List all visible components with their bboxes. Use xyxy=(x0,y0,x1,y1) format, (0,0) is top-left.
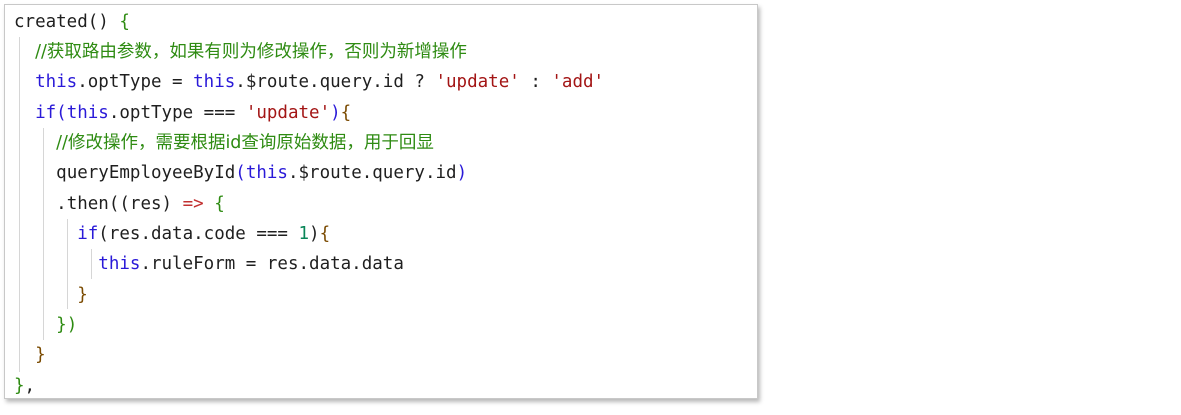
code-token: .then( xyxy=(56,194,120,214)
code-token: () xyxy=(87,12,120,32)
code-line-3: this.optType = this.$route.query.id ? 'u… xyxy=(14,67,604,97)
code-token: { xyxy=(340,103,352,123)
code-token: ) xyxy=(330,103,341,123)
code-token: queryEmployeeById xyxy=(56,163,236,183)
code-token: (res.data.code === xyxy=(98,224,299,244)
code-token: 'update' xyxy=(245,103,331,123)
code-token: { xyxy=(214,194,225,214)
code-token: ) xyxy=(456,163,468,183)
code-token: .optType === xyxy=(108,103,246,123)
code-token: ( xyxy=(56,103,67,123)
code-token: //修改操作，需要根据id查询原始数据，用于回显 xyxy=(56,133,434,153)
code-token: 'add' xyxy=(551,72,605,92)
code-line-9: this.ruleForm = res.data.data xyxy=(14,249,404,279)
code-line-12: } xyxy=(14,340,46,370)
code-token: this xyxy=(66,103,109,123)
code-token: }) xyxy=(56,315,78,335)
code-line-10: } xyxy=(14,280,88,310)
code-token: { xyxy=(119,12,130,32)
code-token: .optType = xyxy=(77,72,194,92)
code-line-4: if(this.optType === 'update'){ xyxy=(14,98,351,128)
code-token: } xyxy=(77,285,88,305)
code-token: => xyxy=(182,194,204,214)
code-token: ( xyxy=(235,163,246,183)
code-line-7: .then((res) => { xyxy=(14,189,225,219)
code-line-2: //获取路由参数，如果有则为修改操作，否则为新增操作 xyxy=(14,37,467,67)
code-token: this xyxy=(98,254,141,274)
code-line-13: }, xyxy=(14,371,35,401)
code-token: this xyxy=(245,163,288,183)
code-line-1: created() { xyxy=(14,7,130,37)
code-token: this xyxy=(193,72,236,92)
code-token: this xyxy=(35,72,78,92)
code-token: 'update' xyxy=(435,72,520,92)
code-token: } xyxy=(14,376,25,396)
code-token: { xyxy=(319,224,331,244)
code-token: (res) xyxy=(119,194,183,214)
code-token: ) xyxy=(309,224,320,244)
code-line-6: queryEmployeeById(this.$route.query.id) xyxy=(14,158,467,188)
code-line-8: if(res.data.code === 1){ xyxy=(14,219,330,249)
code-token: : xyxy=(519,72,552,92)
code-token: if xyxy=(77,224,99,244)
code-line-5: //修改操作，需要根据id查询原始数据，用于回显 xyxy=(14,128,434,158)
code-token: } xyxy=(35,345,46,365)
code-token: .ruleForm = res.data.data xyxy=(140,254,404,274)
code-token: //获取路由参数，如果有则为修改操作，否则为新增操作 xyxy=(35,42,467,62)
code-token: .$route.query.id ? xyxy=(235,72,436,92)
code-token: if xyxy=(35,103,57,123)
code-token: , xyxy=(24,376,36,396)
code-line-11: }) xyxy=(14,310,77,340)
code-token: 1 xyxy=(298,224,310,244)
code-token: .$route.query.id xyxy=(287,163,457,183)
code-snippet-panel: created() { //获取路由参数，如果有则为修改操作，否则为新增操作 t… xyxy=(4,4,758,399)
code-token: created xyxy=(14,12,88,32)
